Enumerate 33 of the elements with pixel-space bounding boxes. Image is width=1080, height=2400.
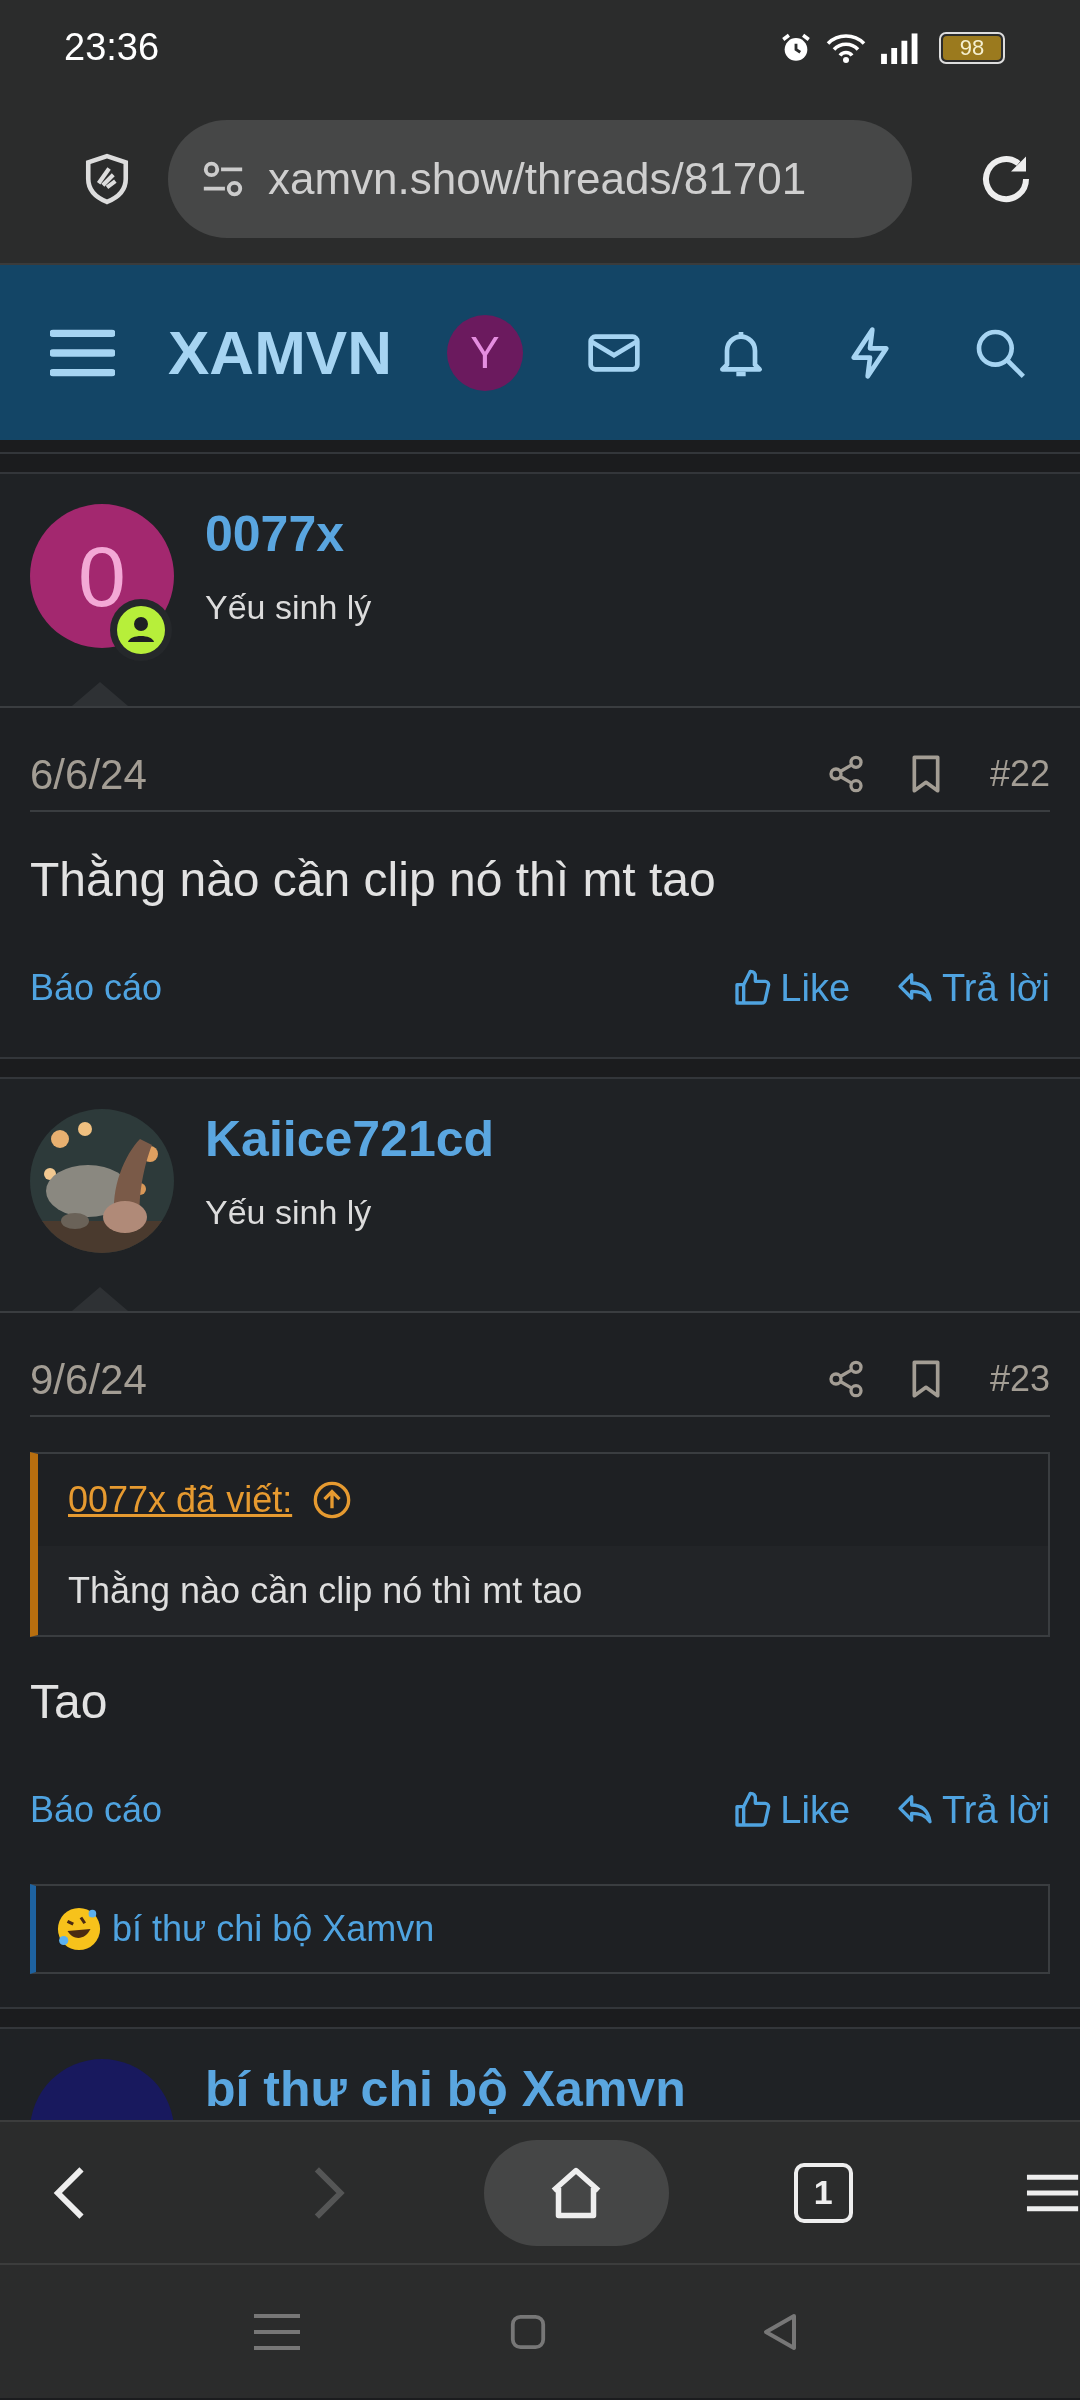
post-number[interactable]: #22 [989,747,1050,801]
post-message: Tao [30,1674,109,1730]
like-button[interactable]: Like [732,959,851,1017]
quote-text: Thằng nào cần clip nó thì mt tao [68,1568,583,1613]
home-icon[interactable] [509,2312,547,2351]
report-link[interactable]: Báo cáo [30,1783,163,1837]
post-number[interactable]: #23 [989,1352,1050,1406]
thumbs-up-icon [732,968,773,1008]
laughing-emoji-icon [56,1906,102,1952]
thumbs-up-icon [732,1790,773,1830]
reply-button[interactable]: Trả lời [894,959,1050,1017]
post-message: Thằng nào cần clip nó thì mt tao [30,852,717,908]
site-logo[interactable]: XAMVN [168,306,392,399]
reactions-bar[interactable]: bí thư chi bộ Xamvn [30,1884,1050,1974]
user-rank: Yếu sinh lý [205,1192,373,1233]
username-link[interactable]: Kaiice721cd [205,1109,495,1169]
post-date[interactable]: 9/6/24 [30,1347,147,1411]
address-bar[interactable]: xamvn.show/threads/81701 [168,120,912,238]
user-rank: Yếu sinh lý [205,587,372,628]
post-date[interactable]: 6/6/24 [30,742,147,806]
account-avatar[interactable]: Y [446,314,523,391]
battery-indicator: 98 [939,31,1005,64]
reply-button[interactable]: Trả lời [894,1781,1050,1839]
url-text: xamvn.show/threads/81701 [268,153,807,205]
menu-icon[interactable] [1024,2172,1080,2213]
arrow-up-circle-icon[interactable] [312,1480,353,1520]
username-link[interactable]: 0077x [205,504,372,564]
tabs-count-button[interactable]: 1 [793,2162,853,2223]
reaction-users-link[interactable]: bí thư chi bộ Xamvn [112,1902,435,1956]
report-link[interactable]: Báo cáo [30,961,163,1015]
clock-time: 23:36 [64,25,160,70]
like-button[interactable]: Like [732,1781,851,1839]
quote-author-link[interactable]: 0077x đã viết: [68,1473,293,1527]
